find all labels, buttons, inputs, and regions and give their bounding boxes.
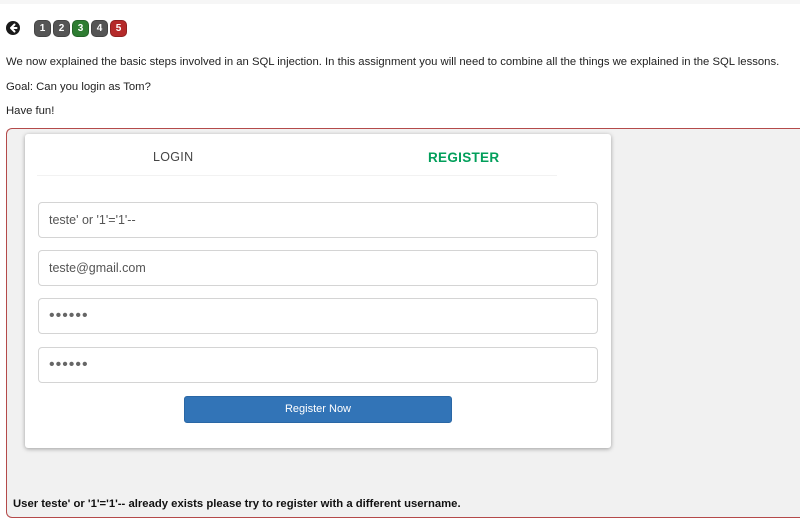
page-button-5[interactable]: 5 [110, 19, 127, 37]
tab-register[interactable]: REGISTER [428, 150, 499, 165]
top-strip [0, 0, 800, 4]
page-button-4[interactable]: 4 [91, 19, 108, 37]
back-arrow-icon[interactable] [6, 21, 20, 35]
feedback-message: User teste' or '1'='1'-- already exists … [13, 498, 461, 510]
password-input[interactable] [38, 298, 598, 334]
register-now-button[interactable]: Register Now [184, 396, 452, 423]
intro-text: We now explained the basic steps involve… [6, 56, 780, 68]
lesson-page-nav: 1 2 3 4 5 [6, 18, 129, 38]
confirm-password-input[interactable] [38, 347, 598, 383]
page-button-3[interactable]: 3 [72, 19, 89, 37]
assignment-container: LOGIN REGISTER Register Now User teste' … [6, 128, 800, 518]
page-button-1[interactable]: 1 [34, 19, 51, 37]
have-fun-text: Have fun! [6, 105, 55, 117]
goal-text: Goal: Can you login as Tom? [6, 81, 151, 93]
tab-divider [37, 175, 557, 176]
email-input[interactable] [38, 250, 598, 286]
username-input[interactable] [38, 202, 598, 238]
login-register-panel: LOGIN REGISTER Register Now [25, 134, 611, 448]
tab-login[interactable]: LOGIN [153, 150, 193, 164]
page-button-2[interactable]: 2 [53, 19, 70, 37]
